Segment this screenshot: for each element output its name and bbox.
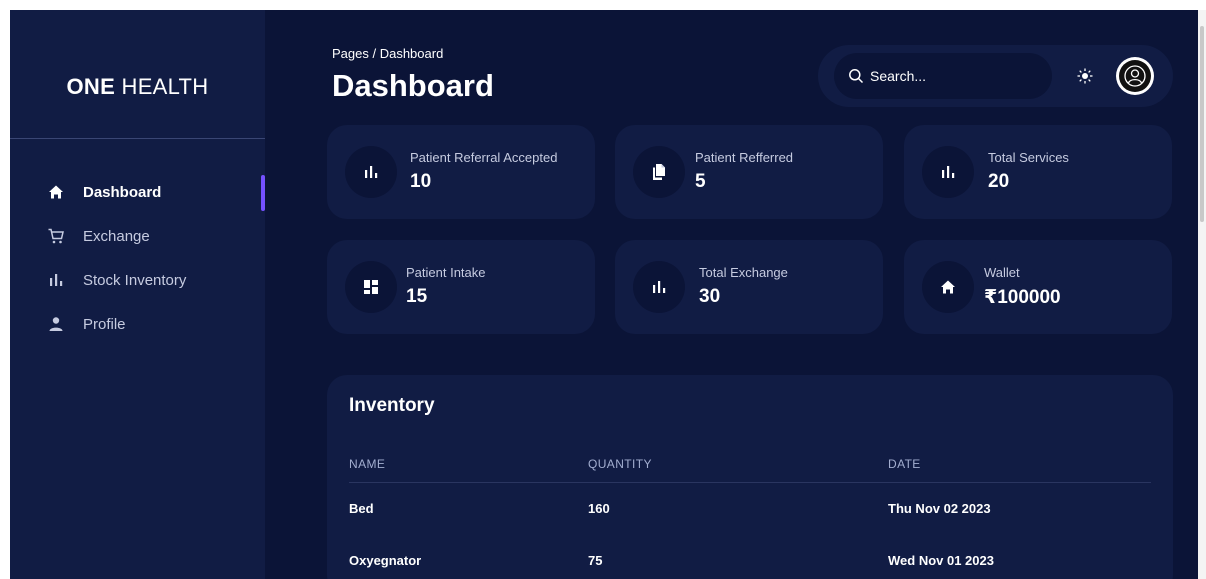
brand-light: HEALTH [121, 74, 209, 99]
bar-chart-icon [46, 270, 66, 290]
cell-quantity: 160 [588, 501, 610, 516]
stat-card-wallet: Wallet ₹100000 [904, 240, 1172, 334]
stat-card-total-services: Total Services 20 [904, 125, 1172, 219]
stat-card-patient-intake: Patient Intake 15 [327, 240, 595, 334]
stat-label: Patient Referral Accepted [410, 150, 558, 165]
inventory-title: Inventory [349, 395, 435, 416]
page-title: Dashboard [332, 68, 494, 103]
search-input[interactable] [870, 68, 1040, 84]
stat-label: Total Exchange [699, 265, 788, 280]
bar-chart-icon [345, 146, 397, 198]
cart-icon [46, 226, 66, 246]
stat-label: Total Services [988, 150, 1069, 165]
sidebar-nav: Dashboard Exchange Stock Inventory Profi… [10, 170, 265, 346]
bar-chart-icon [633, 261, 685, 313]
stat-label: Patient Intake [406, 265, 486, 280]
sidebar-item-label: Exchange [83, 227, 150, 245]
stat-card-patient-refferred: Patient Refferred 5 [615, 125, 883, 219]
user-avatar-icon [1119, 60, 1151, 92]
cell-name: Bed [349, 501, 374, 516]
person-icon [46, 314, 66, 334]
stat-label: Patient Refferred [695, 150, 794, 165]
sidebar-divider [10, 138, 265, 139]
brand-logo: ONE HEALTH [10, 74, 265, 100]
stat-value: 15 [406, 286, 428, 307]
dashboard-grid-icon [345, 261, 397, 313]
stat-card-total-exchange: Total Exchange 30 [615, 240, 883, 334]
cell-date: Thu Nov 02 2023 [888, 501, 991, 516]
app-frame: ONE HEALTH Dashboard Exchange Stock Inve… [10, 10, 1198, 579]
column-header-quantity: QUANTITY [588, 457, 652, 471]
column-header-name: NAME [349, 457, 386, 471]
stat-value: 5 [695, 171, 706, 192]
breadcrumb: Pages / Dashboard [332, 46, 444, 61]
table-header: NAME QUANTITY DATE [349, 457, 1151, 483]
home-icon [46, 182, 66, 202]
cell-name: Oxyegnator [349, 553, 422, 568]
table-row: Bed 160 Thu Nov 02 2023 [349, 501, 1151, 521]
stat-value: 20 [988, 171, 1010, 192]
cell-date: Wed Nov 01 2023 [888, 553, 994, 568]
sidebar-item-label: Profile [83, 315, 126, 333]
stat-value: 30 [699, 286, 721, 307]
sun-icon[interactable] [1075, 66, 1095, 86]
sidebar-item-exchange[interactable]: Exchange [10, 214, 265, 258]
documents-icon [633, 146, 685, 198]
stat-card-patient-referral-accepted: Patient Referral Accepted 10 [327, 125, 595, 219]
scrollbar-thumb[interactable] [1200, 26, 1204, 222]
cell-quantity: 75 [588, 553, 603, 568]
stat-value: 10 [410, 171, 432, 192]
stat-label: Wallet [984, 265, 1020, 280]
sidebar-item-stock-inventory[interactable]: Stock Inventory [10, 258, 265, 302]
sidebar-item-dashboard[interactable]: Dashboard [10, 170, 265, 214]
inventory-panel: Inventory NAME QUANTITY DATE Bed 160 Thu… [327, 375, 1173, 579]
table-row: Oxyegnator 75 Wed Nov 01 2023 [349, 553, 1151, 573]
top-bar [818, 45, 1173, 107]
stat-value: ₹100000 [984, 287, 1061, 308]
bar-chart-icon [922, 146, 974, 198]
sidebar-item-label: Dashboard [83, 183, 162, 201]
avatar[interactable] [1116, 57, 1154, 95]
search-box [834, 53, 1052, 99]
sidebar-item-label: Stock Inventory [83, 271, 187, 289]
sidebar-item-profile[interactable]: Profile [10, 302, 265, 346]
sidebar: ONE HEALTH Dashboard Exchange Stock Inve… [10, 10, 265, 579]
column-header-date: DATE [888, 457, 921, 471]
search-icon [849, 69, 864, 84]
brand-bold: ONE [66, 74, 116, 99]
home-icon [922, 261, 974, 313]
